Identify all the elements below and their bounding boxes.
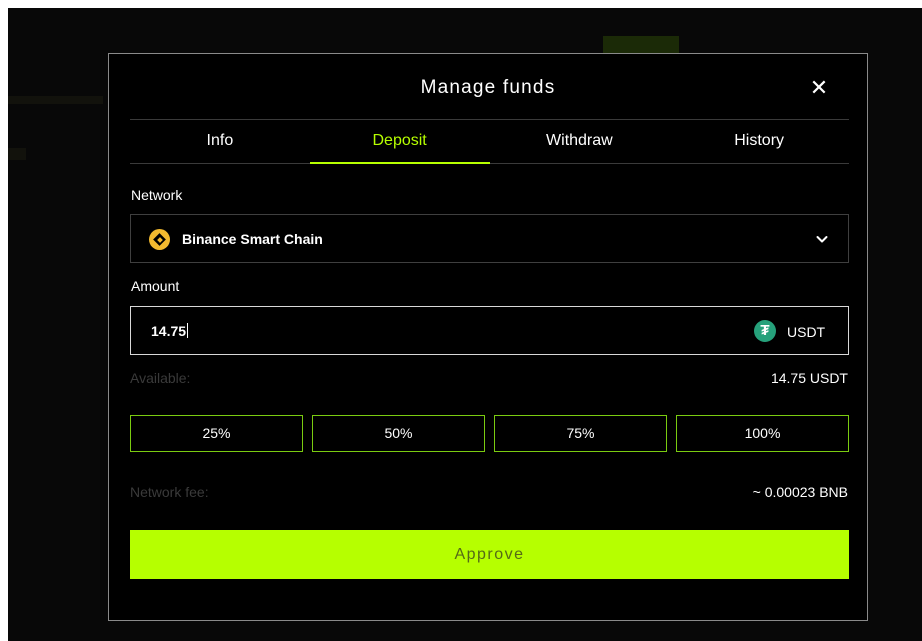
percent-50-button[interactable]: 50% — [312, 415, 485, 452]
amount-label: Amount — [131, 278, 180, 294]
background-blur — [8, 96, 103, 104]
background-blur — [603, 36, 679, 54]
usdt-icon: ₮ — [754, 320, 776, 342]
percent-75-button[interactable]: 75% — [494, 415, 667, 452]
network-label: Network — [131, 187, 183, 203]
available-label: Available: — [130, 370, 191, 386]
network-fee-label: Network fee: — [130, 484, 209, 500]
available-value: 14.75 USDT — [770, 370, 848, 386]
bnb-icon — [149, 229, 170, 250]
tab-history[interactable]: History — [669, 120, 849, 163]
percent-25-button[interactable]: 25% — [130, 415, 303, 452]
tab-withdraw[interactable]: Withdraw — [490, 120, 670, 163]
tab-bar: Info Deposit Withdraw History — [130, 119, 849, 164]
background-blur — [8, 148, 26, 160]
manage-funds-modal: Manage funds ✕ Info Deposit Withdraw His… — [108, 53, 868, 621]
network-select[interactable]: Binance Smart Chain — [130, 214, 849, 263]
amount-currency: USDT — [787, 324, 826, 340]
tab-deposit[interactable]: Deposit — [309, 120, 490, 164]
tab-info[interactable]: Info — [130, 120, 310, 163]
text-caret — [187, 323, 189, 338]
network-fee-value: ~ 0.00023 BNB — [752, 484, 848, 500]
chevron-down-icon — [816, 236, 828, 243]
amount-input-value: 14.75 — [151, 323, 189, 339]
amount-input[interactable]: 14.75 ₮ USDT — [130, 306, 849, 355]
percent-100-button[interactable]: 100% — [676, 415, 849, 452]
approve-button[interactable]: Approve — [130, 530, 849, 579]
close-icon[interactable]: ✕ — [809, 77, 829, 99]
network-selected-value: Binance Smart Chain — [182, 231, 323, 247]
modal-title: Manage funds — [420, 77, 556, 98]
